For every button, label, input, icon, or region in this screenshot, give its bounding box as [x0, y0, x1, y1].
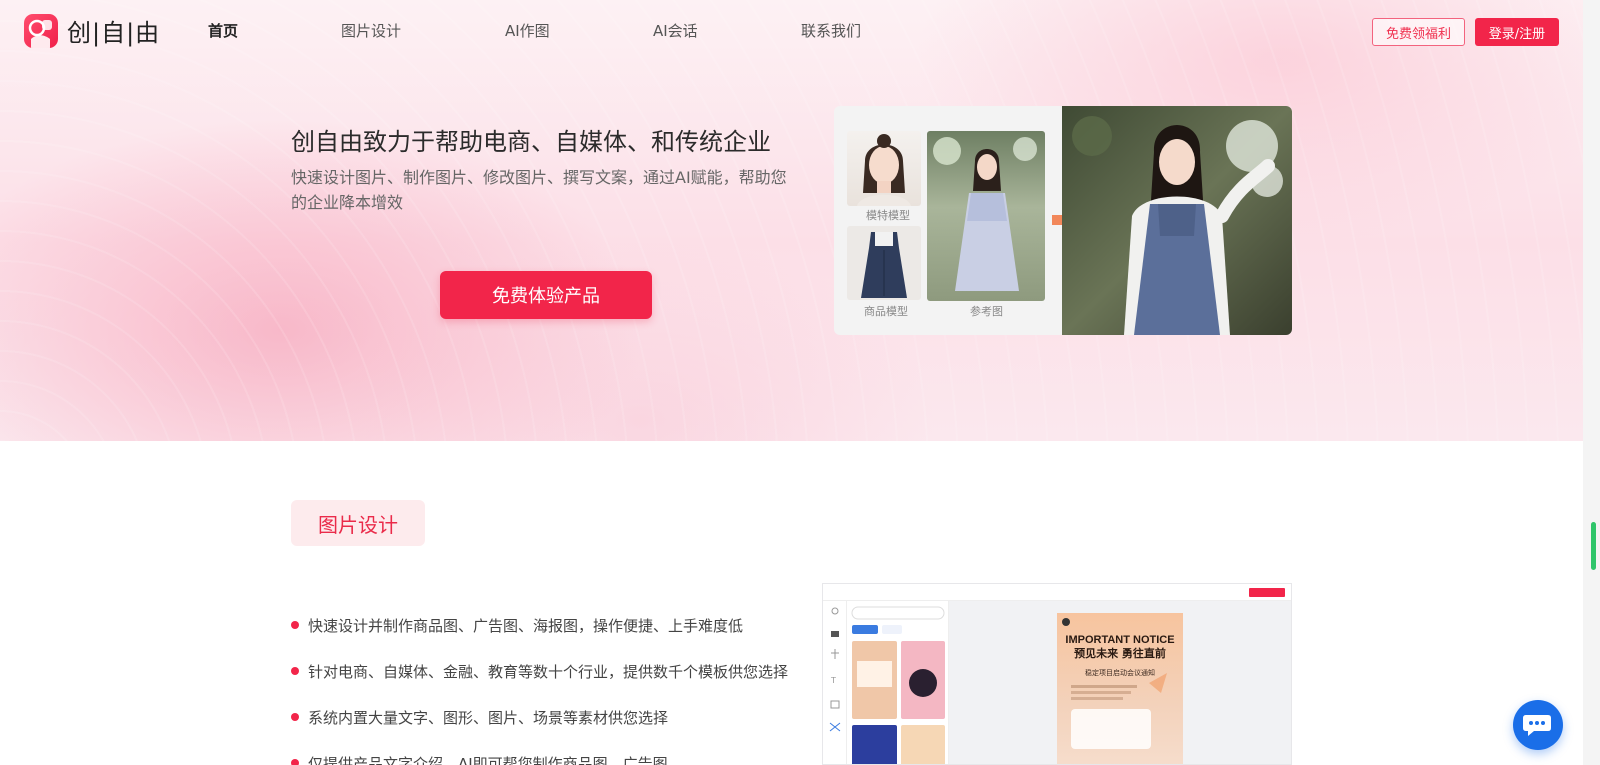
nav-item-ai-chat[interactable]: AI会话: [653, 20, 698, 41]
top-navigation-bar: 创|自|由 首页 图片设计 AI作图 AI会话 联系我们 免费领福利 登录/注册: [0, 0, 1583, 64]
free-welfare-button[interactable]: 免费领福利: [1372, 18, 1465, 46]
model-label: 模特模型: [866, 209, 910, 222]
free-trial-button[interactable]: 免费体验产品: [440, 271, 652, 319]
nav-item-image-design[interactable]: 图片设计: [341, 20, 401, 41]
page-scrollbar[interactable]: [1583, 0, 1600, 765]
svg-text:T: T: [830, 676, 836, 685]
hero-showcase-image: 模特模型 商品模型 参考图: [834, 106, 1292, 335]
list-item: 仅提供产品文字介绍，AI即可帮您制作商品图、广告图: [291, 753, 668, 765]
reference-label: 参考图: [970, 305, 1003, 318]
hero-title: 创自由致力于帮助电商、自媒体、和传统企业: [291, 128, 771, 156]
hero-subtitle: 快速设计图片、制作图片、修改图片、撰写文案，通过AI赋能，帮助您的企业降本增效: [291, 168, 787, 212]
logo-text: 创|自|由: [67, 19, 161, 47]
reference-thumbnail: [927, 131, 1045, 301]
poster-subtitle: 稳定项目启动会议通知: [1085, 668, 1155, 677]
scrollbar-thumb[interactable]: [1591, 522, 1596, 570]
generated-result-image: [1062, 106, 1292, 335]
site-logo[interactable]: 创|自|由: [24, 13, 160, 48]
editor-template-panel: [847, 601, 949, 764]
product-label: 商品模型: [864, 305, 908, 318]
list-item: 系统内置大量文字、图形、图片、场景等素材供您选择: [291, 707, 668, 728]
bullet-dot-icon: [291, 621, 299, 629]
bullet-dot-icon: [291, 667, 299, 675]
login-register-button[interactable]: 登录/注册: [1475, 18, 1559, 46]
poster-title: 预见未来 勇往直前: [1074, 646, 1166, 660]
bullet-dot-icon: [291, 759, 299, 765]
nav-item-contact[interactable]: 联系我们: [801, 20, 861, 41]
nav-item-ai-drawing[interactable]: AI作图: [505, 20, 550, 41]
feature-text: 系统内置大量文字、图形、图片、场景等素材供您选择: [308, 709, 669, 727]
logo-mark-icon: [24, 13, 58, 48]
section-tag-image-design: 图片设计: [291, 500, 425, 546]
editor-canvas-poster: IMPORTANT NOTICE 预见未来 勇往直前 稳定项目启动会议通知: [1057, 613, 1183, 764]
editor-badge: [1249, 588, 1285, 597]
editor-preview-screenshot: T IMPORTANT NOTICE 预见未来 勇往直前 稳定项目启动会议通知: [822, 583, 1292, 765]
feature-text: 针对电商、自媒体、金融、教育等数十个行业，提供数千个模板供您选择: [308, 663, 789, 681]
model-thumbnail: [847, 131, 921, 206]
poster-heading: IMPORTANT NOTICE: [1065, 634, 1174, 646]
editor-sidebar: T: [823, 601, 847, 764]
list-item: 针对电商、自媒体、金融、教育等数十个行业，提供数千个模板供您选择: [291, 661, 788, 682]
hero-background: [0, 0, 1583, 441]
bullet-dot-icon: [291, 713, 299, 721]
feature-text: 快速设计并制作商品图、广告图、海报图，操作便捷、上手难度低: [308, 617, 744, 635]
feature-text: 仅提供产品文字介绍，AI即可帮您制作商品图、广告图: [308, 755, 668, 765]
chat-bubble-icon[interactable]: [1513, 700, 1563, 750]
editor-toolbar: [823, 584, 1291, 601]
product-thumbnail: [847, 226, 921, 300]
nav-item-home[interactable]: 首页: [208, 20, 238, 41]
list-item: 快速设计并制作商品图、广告图、海报图，操作便捷、上手难度低: [291, 615, 743, 636]
